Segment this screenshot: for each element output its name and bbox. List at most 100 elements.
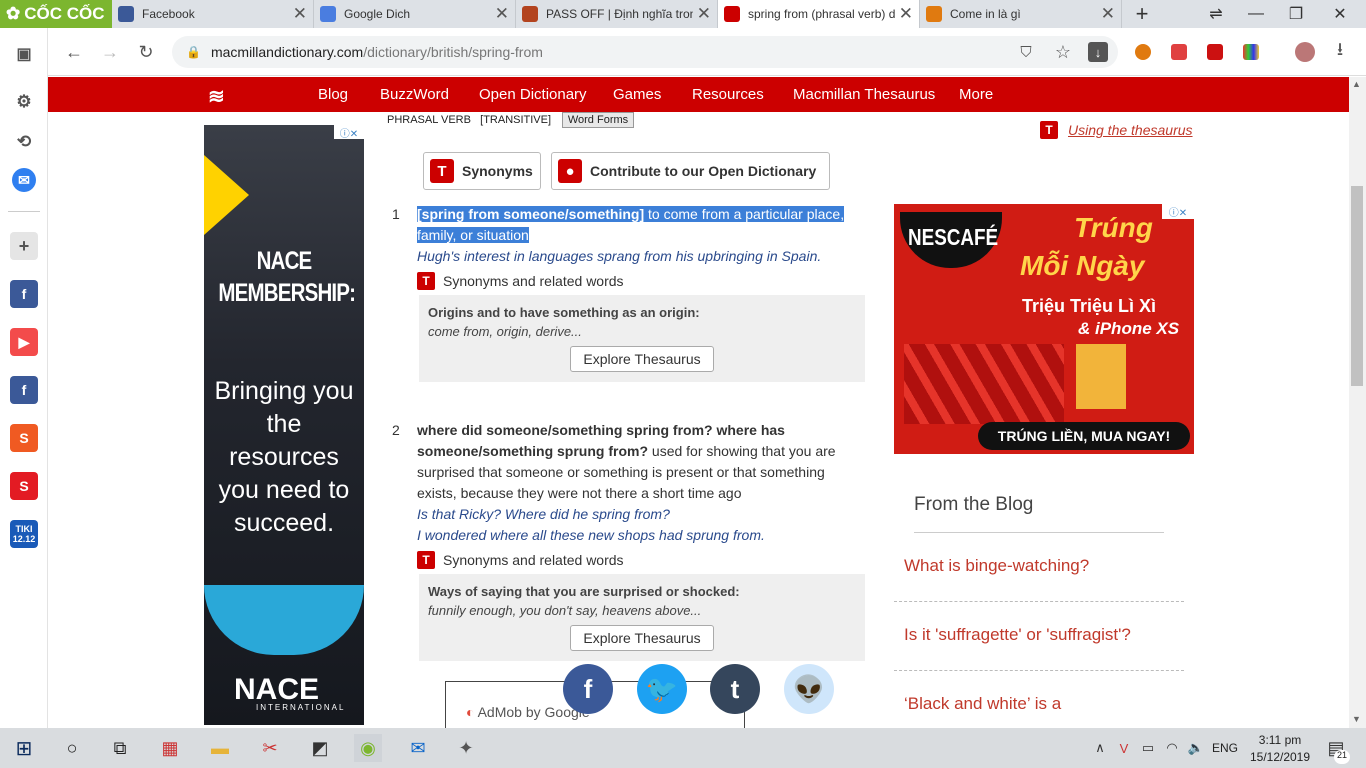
cambridge-icon (522, 6, 538, 22)
sense-1-synonyms-toggle[interactable]: T Synonyms and related words (417, 272, 624, 290)
left-advertisement[interactable]: NACE MEMBERSHIP: Bringing you the resour… (204, 125, 364, 725)
volume-icon[interactable]: 🔈 (1182, 734, 1210, 762)
star-icon[interactable]: ☆ (1051, 40, 1075, 64)
nav-buzzword[interactable]: BuzzWord (380, 77, 449, 112)
word-forms-button[interactable]: Word Forms (562, 112, 634, 128)
avatar[interactable] (1295, 42, 1315, 62)
forward-icon[interactable]: → (98, 40, 122, 64)
nav-macmillan-thesaurus[interactable]: Macmillan Thesaurus (793, 77, 935, 112)
right-advertisement[interactable]: NESCAFÉ Trúng Mỗi Ngày Triệu Triệu Lì Xì… (894, 204, 1194, 454)
back-icon[interactable]: ← (62, 40, 86, 64)
search-icon[interactable]: ○ (58, 734, 86, 762)
blog-title: From the Blog (914, 494, 1034, 515)
facebook-icon[interactable]: f (10, 280, 38, 308)
restore-tabs-icon[interactable]: ⇌ (1196, 0, 1236, 28)
language-indicator[interactable]: ENG (1212, 741, 1238, 755)
synonyms-button[interactable]: T Synonyms (423, 152, 541, 190)
tiki-icon[interactable]: TIKI 12.12 (10, 520, 38, 548)
download-video-icon[interactable]: ↓ (1088, 42, 1108, 62)
contribute-button[interactable]: ● Contribute to our Open Dictionary (551, 152, 830, 190)
thesaurus-icon: T (417, 272, 435, 290)
shopee-icon[interactable]: S (10, 424, 38, 452)
admob-icon: ◐ (466, 704, 475, 720)
scrollbar-thumb[interactable] (1351, 186, 1363, 386)
task-view-icon[interactable]: ⧉ (106, 734, 134, 762)
macmillan-logo-icon[interactable]: ≋ (208, 84, 236, 108)
clock-date[interactable]: 15/12/2019 (1244, 750, 1316, 764)
divider (894, 670, 1184, 671)
download-icon[interactable]: ⭳ (1328, 39, 1352, 64)
new-tab-button[interactable]: + (1122, 0, 1162, 28)
sticky-notes-icon[interactable]: ◩ (306, 734, 334, 762)
coccoc-brand[interactable]: ✿ CỐC CỐC (0, 0, 112, 28)
extension-icon[interactable] (1207, 44, 1223, 60)
using-thesaurus-link[interactable]: T Using the thesaurus (1040, 121, 1193, 139)
divider (894, 601, 1184, 602)
scroll-down-icon[interactable]: ▼ (1352, 714, 1361, 724)
gear-icon[interactable]: ⚙ (10, 88, 38, 116)
messenger-icon[interactable]: ✉ (12, 168, 36, 192)
explore-thesaurus-button[interactable]: Explore Thesaurus (570, 346, 714, 372)
app-icon[interactable]: ✦ (452, 734, 480, 762)
adblock-icon[interactable] (1171, 44, 1187, 60)
adchoices-icon[interactable]: ⓘ✕ (1162, 204, 1194, 219)
close-icon[interactable]: ✕ (899, 4, 913, 24)
sense-1-definition: [spring from someone/something] to come … (417, 206, 845, 243)
close-icon[interactable]: ✕ (495, 4, 509, 24)
facebook-icon[interactable]: f (10, 376, 38, 404)
thesaurus-icon: T (417, 551, 435, 569)
scroll-up-icon[interactable]: ▲ (1352, 79, 1361, 89)
twitter-share-icon[interactable]: 🐦 (637, 664, 687, 714)
blog-link[interactable]: What is binge-watching? (904, 556, 1089, 576)
reddit-share-icon[interactable]: 👽 (784, 664, 834, 714)
clock-time[interactable]: 3:11 pm (1250, 733, 1310, 747)
tab-come-in[interactable]: Come in là gì ✕ (920, 0, 1122, 28)
sidebar-toggle-icon[interactable]: ▣ (10, 40, 38, 68)
explore-thesaurus-button[interactable]: Explore Thesaurus (570, 625, 714, 651)
close-icon[interactable]: ✕ (697, 4, 711, 24)
nav-open-dictionary[interactable]: Open Dictionary (479, 77, 587, 112)
sense-2-synonyms-toggle[interactable]: T Synonyms and related words (417, 551, 624, 569)
vertical-scrollbar[interactable] (1349, 77, 1366, 728)
macmillan-icon (724, 6, 740, 22)
nav-resources[interactable]: Resources (692, 77, 764, 112)
outlook-icon[interactable]: ✉ (404, 734, 432, 762)
sense-2-example: I wondered where all these new shops had… (417, 527, 765, 543)
sendo-icon[interactable]: S (10, 472, 38, 500)
file-explorer-icon[interactable]: ▬ (206, 734, 234, 762)
tab-google-dich[interactable]: Google Dich ✕ (314, 0, 516, 28)
close-icon[interactable]: ✕ (293, 4, 307, 24)
tab-pass-off[interactable]: PASS OFF | Định nghĩa trong ✕ (516, 0, 718, 28)
blog-link[interactable]: ‘Black and white’ is a (904, 694, 1061, 714)
nav-more[interactable]: More (959, 77, 993, 112)
paint-icon[interactable]: ✂ (256, 734, 284, 762)
minimize-icon[interactable]: — (1236, 0, 1276, 28)
facebook-share-icon[interactable]: f (563, 664, 613, 714)
coccoc-extension-icon[interactable] (1135, 44, 1151, 60)
tab-spring-from[interactable]: spring from (phrasal verb) d ✕ (718, 0, 920, 28)
add-icon[interactable]: + (10, 232, 38, 260)
history-icon[interactable]: ⟲ (10, 128, 38, 156)
nav-blog[interactable]: Blog (318, 77, 348, 112)
color-extension-icon[interactable] (1243, 44, 1259, 60)
youtube-icon[interactable]: ▶ (10, 328, 38, 356)
shield-icon[interactable]: ⛉ (1014, 40, 1038, 64)
windows-start-icon[interactable]: ⊞ (10, 734, 38, 762)
sidebar-divider (8, 211, 40, 212)
close-icon[interactable]: ✕ (1101, 4, 1115, 24)
thesaurus-icon: T (1040, 121, 1058, 139)
address-bar[interactable]: 🔒 macmillandictionary.com/dictionary/bri… (172, 36, 1118, 68)
reload-icon[interactable]: ↻ (134, 40, 158, 64)
tab-facebook[interactable]: Facebook ✕ (112, 0, 314, 28)
window-close-icon[interactable]: ✕ (1320, 0, 1360, 28)
app-icon[interactable]: ▦ (156, 734, 184, 762)
thesaurus-heading: Ways of saying that you are surprised or… (428, 584, 740, 599)
tumblr-share-icon[interactable]: t (710, 664, 760, 714)
nav-games[interactable]: Games (613, 77, 661, 112)
blog-link[interactable]: Is it 'suffragette' or 'suffragist'? (904, 625, 1131, 645)
adchoices-icon[interactable]: ⓘ✕ (334, 125, 364, 140)
coccoc-taskbar-icon[interactable]: ◉ (354, 734, 382, 762)
maximize-icon[interactable]: ❐ (1276, 0, 1316, 28)
ad-line: Triệu Triệu Lì Xì (1022, 296, 1157, 316)
nace-logo: NACE (234, 673, 320, 706)
